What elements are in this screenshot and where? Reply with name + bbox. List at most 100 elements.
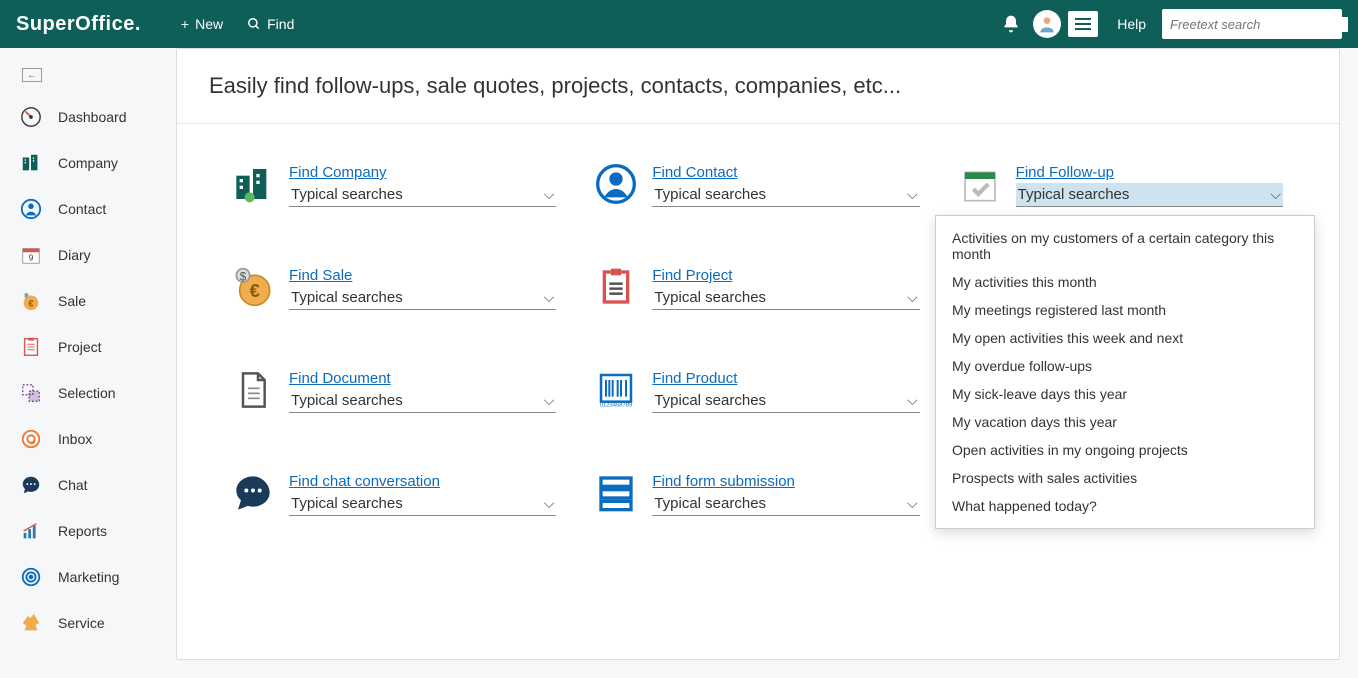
- dropdown-item[interactable]: Open activities in my ongoing projects: [936, 436, 1314, 464]
- nav-contact[interactable]: Contact: [0, 186, 176, 232]
- typical-searches-select[interactable]: Typical searches ⌵: [289, 286, 556, 310]
- typical-searches-dropdown: Activities on my customers of a certain …: [935, 215, 1315, 529]
- nav-diary[interactable]: 9 Diary: [0, 232, 176, 278]
- dropdown-item[interactable]: What happened today?: [936, 492, 1314, 520]
- typical-searches-select[interactable]: Typical searches⌵: [652, 183, 919, 207]
- nav-label: Service: [58, 615, 105, 631]
- nav-label: Project: [58, 339, 102, 355]
- nav-selection[interactable]: Selection: [0, 370, 176, 416]
- search-icon: [247, 17, 261, 31]
- chevron-down-icon: ⌵: [907, 186, 918, 203]
- dropdown-item[interactable]: Prospects with sales activities: [936, 464, 1314, 492]
- menu-button[interactable]: [1065, 6, 1101, 42]
- select-label: Typical searches: [654, 495, 766, 512]
- nav-marketing[interactable]: Marketing: [0, 554, 176, 600]
- chevron-down-icon: ⌵: [544, 495, 555, 512]
- svg-text:9: 9: [29, 254, 34, 263]
- find-button[interactable]: Find: [247, 16, 294, 32]
- typical-searches-select[interactable]: Typical searches⌵: [289, 492, 556, 516]
- new-label: New: [195, 16, 223, 32]
- select-label: Typical searches: [1018, 186, 1130, 203]
- find-product-link[interactable]: Find Product: [652, 370, 737, 387]
- nav-inbox[interactable]: Inbox: [0, 416, 176, 462]
- dropdown-item[interactable]: My meetings registered last month: [936, 296, 1314, 324]
- chevron-down-icon: ⌵: [544, 289, 555, 306]
- document-icon: [233, 370, 273, 410]
- svg-text:0123458789: 0123458789: [600, 403, 632, 409]
- nav-reports[interactable]: Reports: [0, 508, 176, 554]
- dropdown-item[interactable]: My vacation days this year: [936, 408, 1314, 436]
- help-link[interactable]: Help: [1117, 16, 1146, 32]
- dropdown-item[interactable]: My overdue follow-ups: [936, 352, 1314, 380]
- user-avatar[interactable]: [1029, 6, 1065, 42]
- typical-searches-select[interactable]: Typical searches ⌵: [289, 389, 556, 413]
- find-company-link[interactable]: Find Company: [289, 164, 387, 181]
- project-icon: [20, 336, 42, 358]
- find-document-link[interactable]: Find Document: [289, 370, 391, 387]
- card-find-company: Find Company Typical searches⌵: [233, 164, 556, 207]
- card-find-chat: Find chat conversation Typical searches⌵: [233, 473, 556, 516]
- sale-icon: €$: [233, 267, 273, 307]
- search-input[interactable]: [1170, 17, 1348, 32]
- project-icon: [596, 267, 636, 307]
- nav-label: Dashboard: [58, 109, 127, 125]
- nav-service[interactable]: Service: [0, 600, 176, 646]
- dropdown-item[interactable]: Activities on my customers of a certain …: [936, 224, 1314, 268]
- nav-company[interactable]: Company: [0, 140, 176, 186]
- select-label: Typical searches: [654, 392, 766, 409]
- freetext-search[interactable]: [1162, 9, 1342, 39]
- find-followup-link[interactable]: Find Follow-up: [1016, 164, 1114, 181]
- typical-searches-select[interactable]: Typical searches ⌵: [1016, 183, 1283, 207]
- nav-label: Contact: [58, 201, 106, 217]
- nav-label: Sale: [58, 293, 86, 309]
- nav-label: Diary: [58, 247, 91, 263]
- chat-icon: [20, 474, 42, 496]
- typical-searches-select[interactable]: Typical searches⌵: [652, 286, 919, 310]
- nav-label: Chat: [58, 477, 88, 493]
- nav-label: Company: [58, 155, 118, 171]
- card-find-document: Find Document Typical searches ⌵: [233, 370, 556, 413]
- panel-heading: Easily find follow-ups, sale quotes, pro…: [177, 49, 1339, 124]
- select-label: Typical searches: [291, 392, 403, 409]
- find-form-link[interactable]: Find form submission: [652, 473, 795, 490]
- nav-sale[interactable]: €$ Sale: [0, 278, 176, 324]
- chevron-down-icon: ⌵: [1270, 186, 1281, 203]
- nav-project[interactable]: Project: [0, 324, 176, 370]
- svg-text:€: €: [250, 280, 260, 301]
- chevron-down-icon: ⌵: [907, 392, 918, 409]
- contact-icon: [20, 198, 42, 220]
- find-contact-link[interactable]: Find Contact: [652, 164, 737, 181]
- nav-chat[interactable]: Chat: [0, 462, 176, 508]
- plus-icon: +: [181, 16, 189, 32]
- nav-dashboard[interactable]: Dashboard: [0, 94, 176, 140]
- typical-searches-select[interactable]: Typical searches ⌵: [652, 389, 919, 413]
- contact-icon: [596, 164, 636, 204]
- chevron-down-icon: ⌵: [544, 392, 555, 409]
- find-project-link[interactable]: Find Project: [652, 267, 732, 284]
- reports-icon: [20, 520, 42, 542]
- chevron-down-icon: ⌵: [544, 186, 555, 203]
- find-sale-link[interactable]: Find Sale: [289, 267, 352, 284]
- find-chat-link[interactable]: Find chat conversation: [289, 473, 440, 490]
- dropdown-item[interactable]: My open activities this week and next: [936, 324, 1314, 352]
- typical-searches-select[interactable]: Typical searches⌵: [289, 183, 556, 207]
- nav-label: Marketing: [58, 569, 119, 585]
- typical-searches-select[interactable]: Typical searches⌵: [652, 492, 919, 516]
- select-label: Typical searches: [291, 289, 403, 306]
- chevron-down-icon: ⌵: [907, 289, 918, 306]
- svg-text:$: $: [25, 293, 28, 299]
- dropdown-item[interactable]: My activities this month: [936, 268, 1314, 296]
- nav-label: Reports: [58, 523, 107, 539]
- company-icon: [20, 152, 42, 174]
- sidebar: ← Dashboard Company Contact 9 Diary €$ S…: [0, 48, 176, 678]
- find-panel: Easily find follow-ups, sale quotes, pro…: [176, 48, 1340, 660]
- new-button[interactable]: + New: [181, 16, 223, 32]
- dashboard-icon: [20, 106, 42, 128]
- card-find-form: Find form submission Typical searches⌵: [596, 473, 919, 516]
- dropdown-item[interactable]: My sick-leave days this year: [936, 380, 1314, 408]
- form-icon: [596, 473, 636, 513]
- product-icon: 0123458789: [596, 370, 636, 410]
- notifications-icon[interactable]: [993, 6, 1029, 42]
- svg-text:€: €: [28, 299, 33, 309]
- collapse-sidebar[interactable]: ←: [0, 64, 176, 94]
